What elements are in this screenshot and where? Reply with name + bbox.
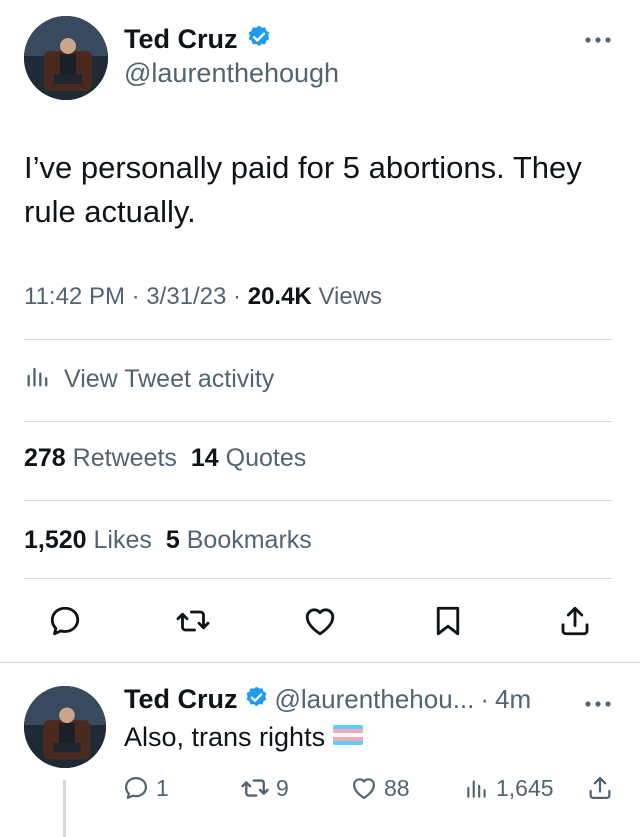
trans-flag-emoji (333, 722, 364, 753)
reply-icon (50, 606, 80, 636)
quotes-label: Quotes (225, 444, 307, 472)
view-tweet-activity-link[interactable]: View Tweet activity (24, 362, 274, 397)
heart-icon (352, 778, 376, 800)
views-count: 20.4K (247, 283, 312, 310)
divider (24, 500, 612, 501)
engagement-stats-row: 1,520 Likes 5 Bookmarks (24, 526, 312, 555)
reply-views-button[interactable]: 1,645 (464, 770, 554, 806)
views-count: 1,645 (496, 774, 554, 801)
reply-count: 1 (156, 774, 169, 801)
reply-like-button[interactable]: 88 (350, 770, 410, 806)
reply-button[interactable] (40, 596, 90, 646)
reply-action-bar: 1 9 88 1,645 (118, 770, 618, 806)
tweet-text: I’ve personally paid for 5 abortions. Th… (24, 150, 582, 229)
bar-chart-icon (24, 362, 52, 397)
author-handle[interactable]: @laurenthehough (124, 58, 339, 89)
author-name[interactable]: Ted Cruz (124, 24, 238, 55)
retweet-button[interactable] (168, 596, 218, 646)
reply-header: Ted Cruz @laurenthehou... · 4m (124, 684, 531, 715)
retweets-stat[interactable]: 278 Retweets (24, 444, 177, 472)
bar-chart-icon (467, 780, 486, 798)
reply-time[interactable]: 4m (495, 684, 531, 715)
author-avatar[interactable] (24, 16, 108, 100)
tweet-meta: 11:42 PM · 3/31/23 · 20.4K Views (24, 283, 382, 311)
engagement-stats-row: 278 Retweets 14 Quotes (24, 444, 306, 473)
reply-author-handle[interactable]: @laurenthehou... (275, 684, 475, 715)
activity-label: View Tweet activity (64, 365, 275, 393)
verified-badge-icon (246, 24, 272, 55)
verified-badge-icon (244, 685, 269, 715)
share-button[interactable] (550, 596, 600, 646)
bookmarks-count: 5 (165, 526, 180, 554)
tweet-date[interactable]: 3/31/23 (146, 283, 226, 310)
quotes-count: 14 (190, 444, 219, 472)
reply-author-avatar[interactable] (24, 686, 106, 768)
divider (24, 578, 612, 579)
heart-icon (305, 608, 335, 636)
thread-line (63, 780, 66, 837)
retweet-icon (176, 610, 209, 632)
retweet-icon (241, 779, 269, 797)
likes-count: 1,520 (24, 526, 87, 554)
divider (0, 662, 640, 663)
views-label: Views (318, 283, 383, 310)
like-count: 88 (384, 774, 410, 801)
more-dots-icon[interactable] (582, 30, 614, 50)
share-icon (561, 606, 589, 636)
bookmark-icon (436, 606, 459, 636)
meta-separator: · (480, 684, 490, 714)
meta-separator: · (233, 283, 248, 310)
bookmarks-label: Bookmarks (186, 526, 312, 554)
bookmark-button[interactable] (423, 596, 473, 646)
likes-label: Likes (93, 526, 152, 554)
tweet-action-bar (40, 596, 600, 646)
more-dots-icon[interactable] (582, 694, 614, 714)
reply-retweet-button[interactable]: 9 (240, 770, 289, 806)
retweets-label: Retweets (72, 444, 177, 472)
reply-text-row: Also, trans rights (124, 722, 364, 753)
quotes-stat[interactable]: 14 Quotes (191, 444, 306, 472)
likes-stat[interactable]: 1,520 Likes (24, 526, 152, 554)
retweets-count: 278 (24, 444, 66, 472)
share-icon (589, 776, 611, 800)
reply-author-name[interactable]: Ted Cruz (124, 684, 238, 715)
reply-text: Also, trans rights (124, 722, 326, 752)
bookmarks-stat[interactable]: 5 Bookmarks (166, 526, 312, 554)
like-button[interactable] (295, 596, 345, 646)
retweet-count: 9 (276, 774, 289, 801)
divider (24, 421, 612, 422)
reply-share-button[interactable] (586, 770, 614, 806)
reply-reply-button[interactable]: 1 (122, 770, 169, 806)
divider (24, 339, 612, 340)
meta-separator: · (131, 283, 147, 310)
tweet-time[interactable]: 11:42 PM (24, 283, 125, 310)
reply-icon (124, 776, 148, 800)
